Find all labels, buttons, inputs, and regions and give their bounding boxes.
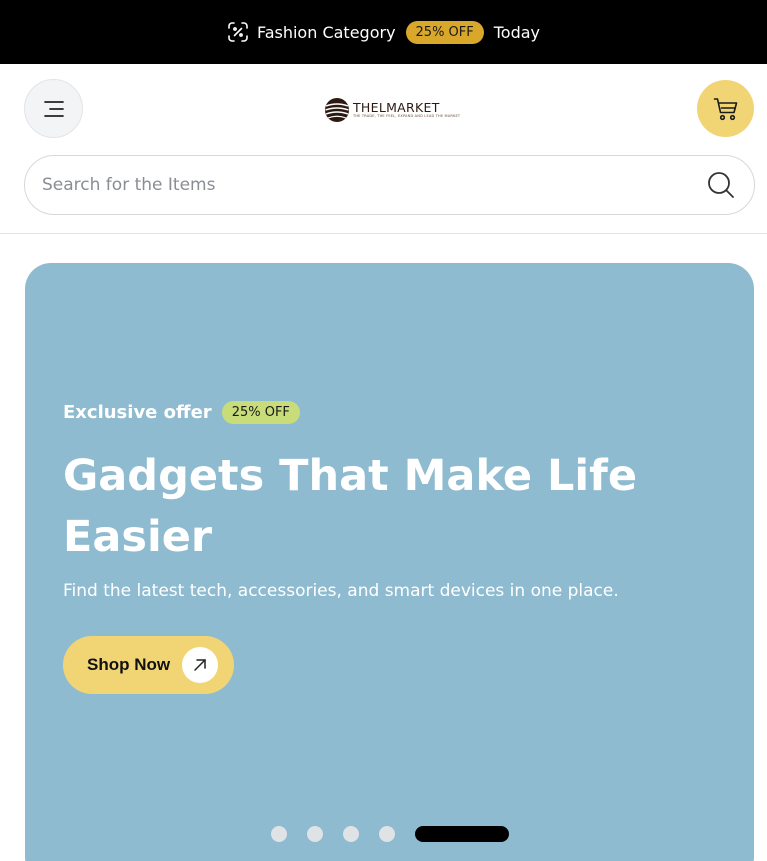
arrow-up-right-icon [182,647,219,683]
hero-discount-badge: 25% OFF [221,401,300,424]
search-icon[interactable] [706,170,736,200]
promo-bar: Fashion Category 25% OFF Today [0,0,767,64]
site-header: THELMARKET THE TRADE, THE FEEL, EXPAND A… [0,64,767,154]
carousel-dot[interactable] [271,826,287,842]
shop-now-label: Shop Now [87,655,171,674]
hero-eyebrow: Exclusive offer 25% OFF [63,401,300,424]
carousel-dot-active[interactable] [415,826,509,842]
carousel-dot[interactable] [379,826,395,842]
promo-discount-badge: 25% OFF [405,20,484,44]
shop-now-button[interactable]: Shop Now [63,636,235,694]
search-input[interactable] [42,175,706,195]
hero-title: Gadgets That Make Life Easier [63,451,638,562]
cart-button[interactable] [697,80,754,137]
shopping-cart-icon [712,95,740,123]
search-bar [24,155,755,215]
carousel-dots [271,826,509,842]
carousel-dot[interactable] [343,826,359,842]
hamburger-menu-icon [42,99,66,119]
logo-tagline: THE TRADE, THE FEEL, EXPAND AND LEAD THE… [353,114,461,118]
logo-globe-icon [323,96,351,124]
discount-tag-icon [227,21,249,43]
header-divider [0,233,767,234]
site-logo[interactable]: THELMARKET THE TRADE, THE FEEL, EXPAND A… [323,94,460,126]
hero-banner: Exclusive offer 25% OFF Gadgets That Mak… [25,263,754,861]
promo-suffix: Today [493,22,541,42]
promo-label: Fashion Category [256,22,396,42]
carousel-dot[interactable] [307,826,323,842]
logo-name: THELMARKET [353,99,440,115]
hero-eyebrow-text: Exclusive offer [63,402,212,423]
menu-button[interactable] [24,79,83,138]
hero-subtitle: Find the latest tech, accessories, and s… [63,581,619,601]
